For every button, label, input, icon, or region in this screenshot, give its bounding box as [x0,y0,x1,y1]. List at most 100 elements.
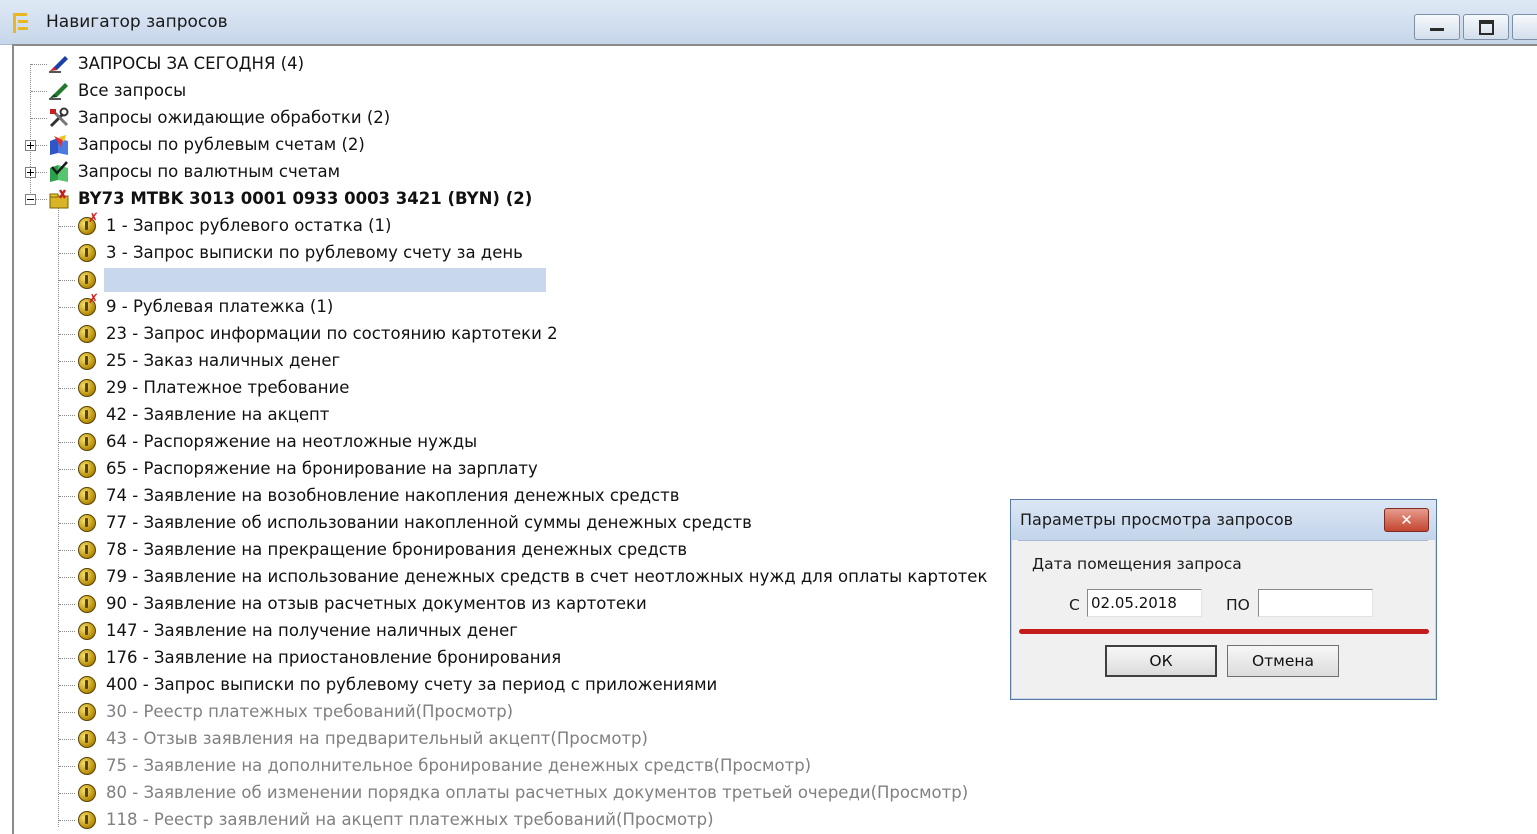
tree-item[interactable]: 400 - Запрос выписки по рублевому счету … [76,672,719,698]
tree-item[interactable]: Запросы по валютным счетам [48,159,342,185]
tree-item[interactable]: 90 - Заявление на отзыв расчетных докуме… [76,591,649,617]
tree-connector [59,469,75,470]
tree-item[interactable]: 29 - Платежное требование [76,375,351,401]
coin-icon [76,701,98,723]
dialog-title-bar[interactable]: Параметры просмотра запросов ✕ [1011,500,1436,540]
tree-item-label: 400 - Запрос выписки по рублевому счету … [106,675,718,694]
tree-item-label: 80 - Заявление об изменении порядка опла… [106,783,969,802]
tree-root-connector [30,64,31,199]
date-from-label: С [1069,596,1080,614]
title-bar[interactable]: Навигатор запросов [0,0,1537,45]
tree-connector [31,91,47,92]
tree-connector [59,793,75,794]
tree-item[interactable]: 9 - Рублевая платежка (1) [76,292,335,320]
tree-item-label: 118 - Реестр заявлений на акцепт платежн… [106,810,714,829]
tree-item[interactable]: 64 - Распоряжение на неотложные нужды [76,429,479,455]
tree-item-label: 74 - Заявление на возобновление накоплен… [106,486,680,505]
tree-item-label: 30 - Реестр платежных требований(Просмот… [106,702,514,721]
cancel-button[interactable]: Отмена [1227,645,1339,677]
maximize-button[interactable] [1463,14,1509,40]
date-from-field[interactable] [1087,589,1202,617]
tree-connector [59,523,75,524]
tree-item-label: 147 - Заявление на получение наличных де… [106,621,518,640]
dialog-close-button[interactable]: ✕ [1384,508,1429,532]
coin-icon [76,539,98,561]
dialog-title: Параметры просмотра запросов [1020,510,1294,529]
tree-connector [59,334,75,335]
pen-red-icon [48,53,70,75]
tree-item[interactable]: 147 - Заявление на получение наличных де… [76,618,520,644]
coin-icon [76,485,98,507]
navigator-app-icon [13,13,28,33]
tree-item-label: BY73 MTBK 3013 0001 0933 0003 3421 (BYN)… [78,189,533,208]
folder-flag-icon [48,134,70,156]
tree-item-label: 77 - Заявление об использовании накоплен… [106,513,752,532]
coin-icon [76,782,98,804]
coin-icon [76,377,98,399]
minimize-button[interactable] [1414,14,1460,40]
tree-connector [59,361,75,362]
ok-button[interactable]: ОК [1105,645,1217,677]
tree-connector [59,550,75,551]
tree-item-label: Все запросы [78,81,187,100]
tree-connector [59,766,75,767]
tree-item[interactable]: Запросы по рублевым счетам (2) [48,132,367,158]
coin-icon [76,350,98,372]
tree-item[interactable]: 42 - Заявление на акцепт [76,402,331,428]
tree-connector [59,442,75,443]
collapse-toggle[interactable] [25,194,36,205]
tree-item[interactable]: 23 - Запрос информации по состоянию карт… [76,321,560,347]
coin-icon [76,674,98,696]
tree-item-label: Запросы по рублевым счетам (2) [78,135,365,154]
window-title: Навигатор запросов [46,12,228,32]
coin-icon [76,647,98,669]
tree-item[interactable]: 176 - Заявление на приостановление брони… [76,645,563,671]
pen-green-icon [48,80,70,102]
coin-icon [76,404,98,426]
tree-item[interactable]: 4 - Запрос выписки по рублевому счету за… [76,267,547,293]
tree-item[interactable]: Запросы ожидающие обработки (2) [48,105,392,131]
tree-connector [59,307,75,308]
tree-item-label: 29 - Платежное требование [106,378,350,397]
tree-item[interactable]: 25 - Заказ наличных денег [76,348,342,374]
tree-item[interactable]: BY73 MTBK 3013 0001 0933 0003 3421 (BYN)… [48,186,534,212]
coin-icon [76,512,98,534]
tree-item-label: 1 - Запрос рублевого остатка (1) [106,216,392,235]
highlight-underline [1019,629,1429,634]
expand-toggle[interactable] [25,167,36,178]
tree-item[interactable]: ЗАПРОСЫ ЗА СЕГОДНЯ (4) [48,51,306,77]
tree-item[interactable]: 79 - Заявление на использование денежных… [76,564,989,590]
tree-item[interactable]: 77 - Заявление об использовании накоплен… [76,510,754,536]
expand-toggle[interactable] [25,140,36,151]
tree-item[interactable]: Все запросы [48,78,188,104]
tree-item-label: 176 - Заявление на приостановление брони… [106,648,562,667]
coin-icon [76,620,98,642]
tree-item-label: Запросы по валютным счетам [78,162,341,181]
coin-icon [76,755,98,777]
tree-connector [31,64,47,65]
coin-marked-icon [76,211,99,237]
coin-icon [76,431,98,453]
tree-item[interactable]: 80 - Заявление об изменении порядка опла… [76,780,970,806]
tree-connector [59,820,75,821]
tree-item-label: 42 - Заявление на акцепт [106,405,330,424]
tree-item-label: 25 - Заказ наличных денег [106,351,341,370]
tree-item[interactable]: 3 - Запрос выписки по рублевому счету за… [76,240,525,266]
tree-connector [31,118,47,119]
tree-item[interactable]: 30 - Реестр платежных требований(Просмот… [76,699,515,725]
tree-item[interactable]: 118 - Реестр заявлений на акцепт платежн… [76,807,716,833]
folder-check-icon [48,161,70,183]
tree-item-label: 75 - Заявление на дополнительное брониро… [106,756,812,775]
date-to-field[interactable] [1258,589,1373,617]
window-close-button[interactable] [1512,14,1537,40]
coin-icon [76,728,98,750]
tree-connector [59,685,75,686]
tree-item[interactable]: 74 - Заявление на возобновление накоплен… [76,483,681,509]
tree-item[interactable]: 1 - Запрос рублевого остатка (1) [76,211,393,239]
tree-item[interactable]: 75 - Заявление на дополнительное брониро… [76,753,813,779]
tree-item[interactable]: 78 - Заявление на прекращение бронирован… [76,537,689,563]
tree-view[interactable]: ЗАПРОСЫ ЗА СЕГОДНЯ (4) Все запросы Запросы… [12,44,1537,834]
tree-item[interactable]: 43 - Отзыв заявления на предварительный … [76,726,650,752]
tree-child-connector [58,206,59,827]
tree-item[interactable]: 65 - Распоряжение на бронирование на зар… [76,456,540,482]
